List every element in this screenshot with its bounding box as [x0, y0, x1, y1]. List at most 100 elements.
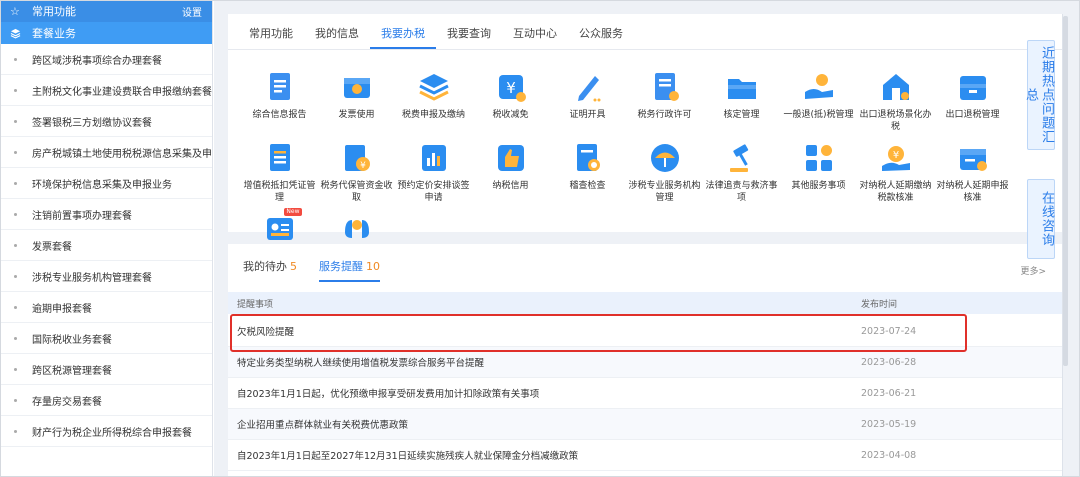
function-item[interactable]: 其他服务事项	[780, 141, 857, 204]
svg-text:¥: ¥	[892, 150, 898, 161]
task-tab-label: 服务提醒	[319, 260, 363, 273]
function-item[interactable]: 对纳税人延期申报核准	[934, 141, 1011, 204]
sidebar-item-label: 逾期申报套餐	[32, 303, 92, 315]
function-label: 核定管理	[723, 110, 760, 120]
sidebar-item[interactable]: 环境保护税信息采集及申报业务	[0, 168, 212, 199]
task-row[interactable]: 企业招用重点群体就业有关税费优惠政策 2023-05-19	[228, 409, 1062, 440]
bullet-icon	[14, 336, 17, 340]
sidebar-item[interactable]: 国际税收业务套餐	[0, 323, 212, 354]
bullet-icon	[14, 181, 17, 185]
bullet-icon	[14, 88, 17, 92]
function-label: 涉税专业服务机构管理	[628, 181, 701, 203]
sidebar-item-label: 跨区税源管理套餐	[32, 365, 112, 377]
tab-2[interactable]: 我的信息	[304, 25, 370, 49]
col-time-header: 发布时间	[861, 299, 898, 310]
online-consult-button[interactable]: 在线咨询	[1027, 179, 1055, 259]
function-item[interactable]: 出口退税管理	[934, 70, 1011, 133]
tab-3[interactable]: 我要办税	[370, 25, 436, 49]
function-label: 税务行政许可	[637, 110, 692, 120]
function-item[interactable]: 法律追责与救济事项	[703, 141, 780, 204]
function-item[interactable]: ¥ 税务代保管资金收取	[318, 141, 395, 204]
tab-6[interactable]: 公众服务	[568, 25, 634, 49]
task-row[interactable]: 特定业务类型纳税人继续使用增值税发票综合服务平台提醒 2023-06-28	[228, 347, 1062, 378]
tax-reduction-icon: ¥	[493, 70, 529, 104]
scrollbar-thumb[interactable]	[1063, 16, 1068, 366]
task-tab-2[interactable]: 服务提醒 10	[319, 258, 380, 282]
function-label: 证明开具	[569, 110, 606, 120]
sidebar-item[interactable]: 存量房交易套餐	[0, 385, 212, 416]
task-tab-count: 10	[366, 260, 380, 273]
sidebar-item-label: 环境保护税信息采集及申报业务	[32, 179, 172, 191]
task-title: 自2023年1月1日起，优化预缴申报享受研发费用加计扣除政策有关事项	[237, 389, 540, 400]
sidebar-item[interactable]: 财产行为税企业所得税综合申报套餐	[0, 416, 212, 447]
function-item[interactable]: 税费申报及缴纳	[395, 70, 472, 133]
sidebar-header: ☆ 常用功能 设置	[0, 0, 212, 22]
license-doc-icon	[647, 70, 683, 104]
bullet-icon	[14, 119, 17, 123]
sidebar-item[interactable]: 签署银税三方划缴协议套餐	[0, 106, 212, 137]
function-item[interactable]: 核定管理	[703, 70, 780, 133]
chart-doc-icon	[416, 141, 452, 175]
task-title: 企业招用重点群体就业有关税费优惠政策	[237, 420, 409, 431]
function-item[interactable]: 综合信息报告	[241, 70, 318, 133]
deposit-doc-icon: ¥	[339, 141, 375, 175]
function-label: 其他服务事项	[791, 181, 846, 191]
function-item[interactable]: 税务行政许可	[626, 70, 703, 133]
function-item[interactable]: ¥ 税收减免	[472, 70, 549, 133]
function-item[interactable]: 增值税抵扣凭证管理	[241, 141, 318, 204]
tab-5[interactable]: 互动中心	[502, 25, 568, 49]
sidebar-item-label: 房产税城镇土地使用税税源信息采集及申...	[32, 148, 213, 160]
function-item[interactable]: 证明开具	[549, 70, 626, 133]
task-tab-1[interactable]: 我的待办 5	[243, 258, 297, 282]
social-security-icon	[339, 212, 375, 246]
tab-1[interactable]: 常用功能	[238, 25, 304, 49]
delay-pay-icon: ¥	[878, 141, 914, 175]
bullet-icon	[14, 305, 17, 309]
sidebar-item[interactable]: 发票套餐	[0, 230, 212, 261]
function-item[interactable]: 预约定价安排谈签申请	[395, 141, 472, 204]
sidebar-item[interactable]: 主附税文化事业建设费联合申报缴纳套餐	[0, 75, 212, 106]
sidebar-item-label: 跨区域涉税事项综合办理套餐	[32, 55, 162, 67]
sidebar-list: 跨区域涉税事项综合办理套餐主附税文化事业建设费联合申报缴纳套餐 签署银税三方划缴协…	[0, 44, 212, 447]
more-link[interactable]: 更多>	[1020, 264, 1046, 277]
layers-icon	[416, 70, 452, 104]
sidebar-item[interactable]: 跨区域涉税事项综合办理套餐	[0, 44, 212, 75]
voucher-icon	[262, 141, 298, 175]
col-item-header: 提醒事项	[237, 299, 274, 310]
function-label: 预约定价安排谈签申请	[397, 181, 470, 203]
task-row[interactable]: 自2023年1月1日起，优化预缴申报享受研发费用加计扣除政策有关事项 2023-0…	[228, 378, 1062, 409]
task-title: 欠税风险提醒	[237, 327, 295, 338]
sidebar-item[interactable]: 逾期申报套餐	[0, 292, 212, 323]
function-item[interactable]: 纳税信用	[472, 141, 549, 204]
task-row[interactable]: 欠税风险提醒 2023-07-24	[228, 316, 1062, 347]
task-date: 2023-05-19	[861, 418, 917, 430]
tab-4[interactable]: 我要查询	[436, 25, 502, 49]
function-label: 出口退税场景化办税	[859, 110, 932, 132]
bullet-icon	[14, 429, 17, 433]
umbrella-icon	[647, 141, 683, 175]
function-label: 增值税抵扣凭证管理	[243, 181, 316, 203]
folder-icon	[724, 70, 760, 104]
function-item[interactable]: 一般退(抵)税管理	[780, 70, 857, 133]
function-item[interactable]: ¥ 对纳税人延期缴纳税款核准	[857, 141, 934, 204]
task-row[interactable]: 自2023年1月1日起至2027年12月31日延续实施残疾人就业保障金分档减缴政…	[228, 440, 1062, 471]
new-badge: New	[284, 208, 302, 216]
settings-link[interactable]: 设置	[182, 4, 202, 19]
task-title: 自2023年1月1日起至2027年12月31日延续实施残疾人就业保障金分档减缴政…	[237, 451, 579, 462]
sidebar-item[interactable]: 注销前置事项办理套餐	[0, 199, 212, 230]
svg-text:¥: ¥	[360, 161, 366, 171]
function-item[interactable]: 稽查检查	[549, 141, 626, 204]
function-item[interactable]: 发票使用	[318, 70, 395, 133]
function-item[interactable]: 出口退税场景化办税	[857, 70, 934, 133]
sidebar-package-header[interactable]: 套餐业务	[0, 22, 212, 44]
task-date: 2023-04-08	[861, 449, 917, 461]
sidebar-item[interactable]: 涉税专业服务机构管理套餐	[0, 261, 212, 292]
function-label: 一般退(抵)税管理	[783, 110, 854, 120]
task-date: 2023-06-28	[861, 356, 917, 368]
bullet-icon	[14, 367, 17, 371]
hot-issues-button[interactable]: 近期热点问题汇总	[1023, 40, 1055, 150]
task-table-header: 提醒事项 发布时间	[228, 292, 1062, 314]
sidebar-item[interactable]: 房产税城镇土地使用税税源信息采集及申...	[0, 137, 212, 168]
sidebar-item[interactable]: 跨区税源管理套餐	[0, 354, 212, 385]
function-item[interactable]: 涉税专业服务机构管理	[626, 141, 703, 204]
